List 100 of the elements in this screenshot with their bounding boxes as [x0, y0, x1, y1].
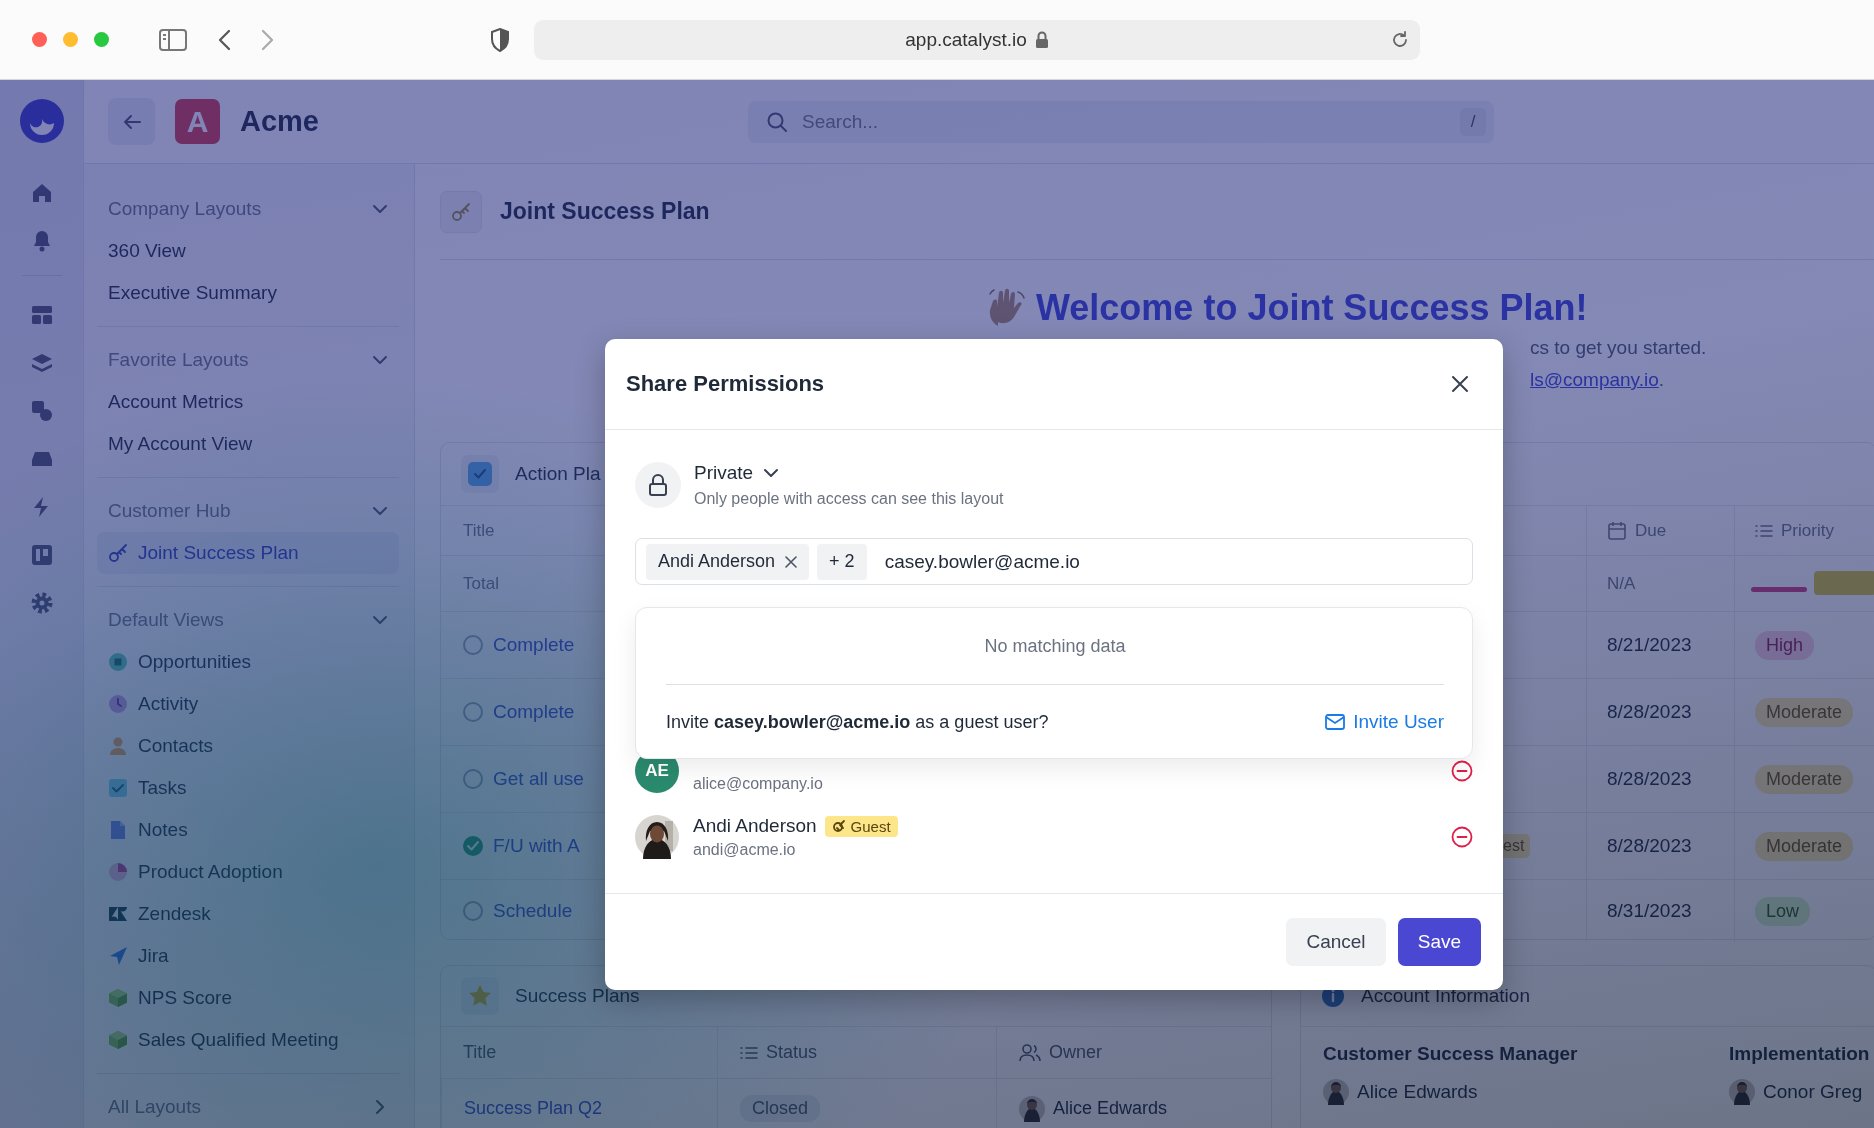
search-icon	[766, 110, 788, 133]
field-label: Implementation	[1729, 1043, 1871, 1066]
list-icon	[1755, 522, 1773, 539]
back-icon[interactable]	[217, 28, 231, 51]
sidebar-item[interactable]: 360 View	[97, 230, 399, 272]
layers-icon[interactable]	[29, 351, 54, 375]
sidebar-item[interactable]: Executive Summary	[97, 272, 399, 314]
sidebar-item[interactable]: My Account View	[97, 423, 399, 465]
person-icon	[108, 736, 128, 756]
settings-icon[interactable]	[29, 591, 54, 615]
forward-icon[interactable]	[261, 28, 275, 51]
task-link[interactable]: F/U with A	[493, 835, 580, 857]
page-title: Joint Success Plan	[500, 198, 710, 225]
total-label: Total	[463, 573, 499, 594]
table-cell: 8/28/2023	[1607, 835, 1692, 857]
sidebar-item[interactable]: Activity	[97, 683, 399, 725]
list-icon	[740, 1044, 758, 1061]
cancel-button[interactable]: Cancel	[1286, 918, 1386, 966]
card-title: Success Plans	[515, 985, 640, 1007]
sidebar-item[interactable]: Joint Success Plan	[97, 532, 399, 574]
sidebar-item[interactable]: Tasks	[97, 767, 399, 809]
punctuation-text: .	[1658, 369, 1665, 390]
minus-circle-icon	[1451, 760, 1473, 782]
waving-hand-icon	[988, 288, 1026, 328]
section-header[interactable]: Favorite Layouts	[97, 339, 399, 381]
dialog-title: Share Permissions	[626, 371, 825, 397]
priority-tag: Low	[1755, 896, 1811, 926]
table-cell: 8/28/2023	[1607, 701, 1692, 723]
checkbox-circle[interactable]	[463, 769, 483, 789]
minus-circle-icon	[1451, 826, 1473, 848]
board-icon[interactable]	[29, 543, 54, 567]
sidebar-item[interactable]: Sales Qualified Meeting	[97, 1019, 399, 1061]
close-icon	[1451, 375, 1469, 393]
pie-chart-icon	[108, 862, 128, 882]
search-input[interactable]: Search...	[800, 109, 1448, 134]
status-tag: Closed	[740, 1095, 821, 1122]
column-header[interactable]: Status	[740, 1042, 818, 1063]
checkbox-circle[interactable]	[463, 635, 483, 655]
column-header[interactable]: Due	[1607, 520, 1667, 541]
priority-tag: Moderate	[1755, 831, 1854, 861]
section-header[interactable]: Company Layouts	[97, 188, 399, 230]
recipients-field[interactable]: Andi Anderson + 2 casey.bowler@acme.io	[635, 538, 1473, 585]
reload-icon[interactable]	[1390, 29, 1410, 50]
recipient-chip[interactable]: Andi Anderson	[646, 543, 810, 580]
url-text[interactable]: app.catalyst.io	[905, 28, 1027, 51]
table-cell: N/A	[1607, 573, 1636, 594]
column-header: Title	[463, 520, 495, 541]
layout-icon[interactable]	[29, 303, 54, 327]
key-icon	[108, 543, 128, 563]
key-icon	[831, 819, 846, 833]
app-logo-icon[interactable]	[19, 99, 64, 143]
table-cell: 8/31/2023	[1607, 900, 1692, 922]
task-link[interactable]: Complete	[493, 634, 575, 656]
maximize-window-icon[interactable]	[94, 32, 109, 47]
checked-circle-icon[interactable]	[463, 836, 483, 856]
section-header[interactable]: Customer Hub	[97, 490, 399, 532]
remove-icon[interactable]	[785, 555, 798, 568]
plan-link[interactable]: Success Plan Q2	[464, 1098, 603, 1119]
task-link[interactable]: Schedule	[493, 900, 573, 922]
cube-icon	[108, 1030, 128, 1050]
sidebar-item[interactable]: Contacts	[97, 725, 399, 767]
search-field[interactable]: Search... /	[748, 100, 1494, 143]
column-header[interactable]: Priority	[1755, 520, 1834, 541]
people-icon	[1019, 1043, 1041, 1062]
checkbox-circle[interactable]	[463, 702, 483, 722]
visibility-dropdown[interactable]: Private	[694, 462, 1004, 484]
column-header[interactable]: Owner	[1019, 1042, 1102, 1063]
field-value: Alice Edwards	[1357, 1081, 1478, 1103]
save-button[interactable]: Save	[1398, 918, 1481, 966]
welcome-text: cs to get you started.	[1530, 337, 1707, 358]
minimize-window-icon[interactable]	[63, 32, 78, 47]
more-recipients-chip[interactable]: + 2	[817, 543, 867, 580]
guest-tag: Guest	[824, 815, 898, 837]
email-link[interactable]: ls@company.io	[1530, 369, 1659, 390]
close-window-icon[interactable]	[32, 32, 47, 47]
card-title: Account Information	[1361, 985, 1530, 1007]
shortcut-key: /	[1460, 107, 1486, 136]
task-link[interactable]: Get all use	[493, 768, 584, 790]
invite-user-button[interactable]: Invite User	[1325, 711, 1444, 733]
remove-member-button[interactable]	[1451, 826, 1473, 848]
field-value: Conor Greg	[1763, 1081, 1863, 1103]
sidebar-item[interactable]: Zendesk	[97, 893, 399, 935]
checkbox-circle[interactable]	[463, 901, 483, 921]
sidebar-item[interactable]: NPS Score	[97, 977, 399, 1019]
sidebar-item[interactable]: Notes	[97, 809, 399, 851]
remove-member-button[interactable]	[1451, 760, 1473, 782]
shield-icon[interactable]	[490, 27, 510, 52]
sidebar-item[interactable]: Opportunities	[97, 641, 399, 683]
workspace-logo: A	[175, 99, 220, 144]
shapes-icon[interactable]	[29, 399, 54, 423]
task-link[interactable]: Complete	[493, 701, 575, 723]
table-cell: 8/28/2023	[1607, 768, 1692, 790]
sidebar-item[interactable]: Product Adoption	[97, 851, 399, 893]
column-header: Title	[463, 1042, 497, 1063]
sidebar-toggle-icon[interactable]	[159, 28, 187, 51]
sidebar-item[interactable]: Account Metrics	[97, 381, 399, 423]
sidebar-item[interactable]: Jira	[97, 935, 399, 977]
welcome-heading: Welcome to Joint Success Plan!	[1036, 287, 1588, 329]
member-name: Andi Anderson	[693, 815, 817, 837]
back-button[interactable]	[108, 98, 155, 145]
